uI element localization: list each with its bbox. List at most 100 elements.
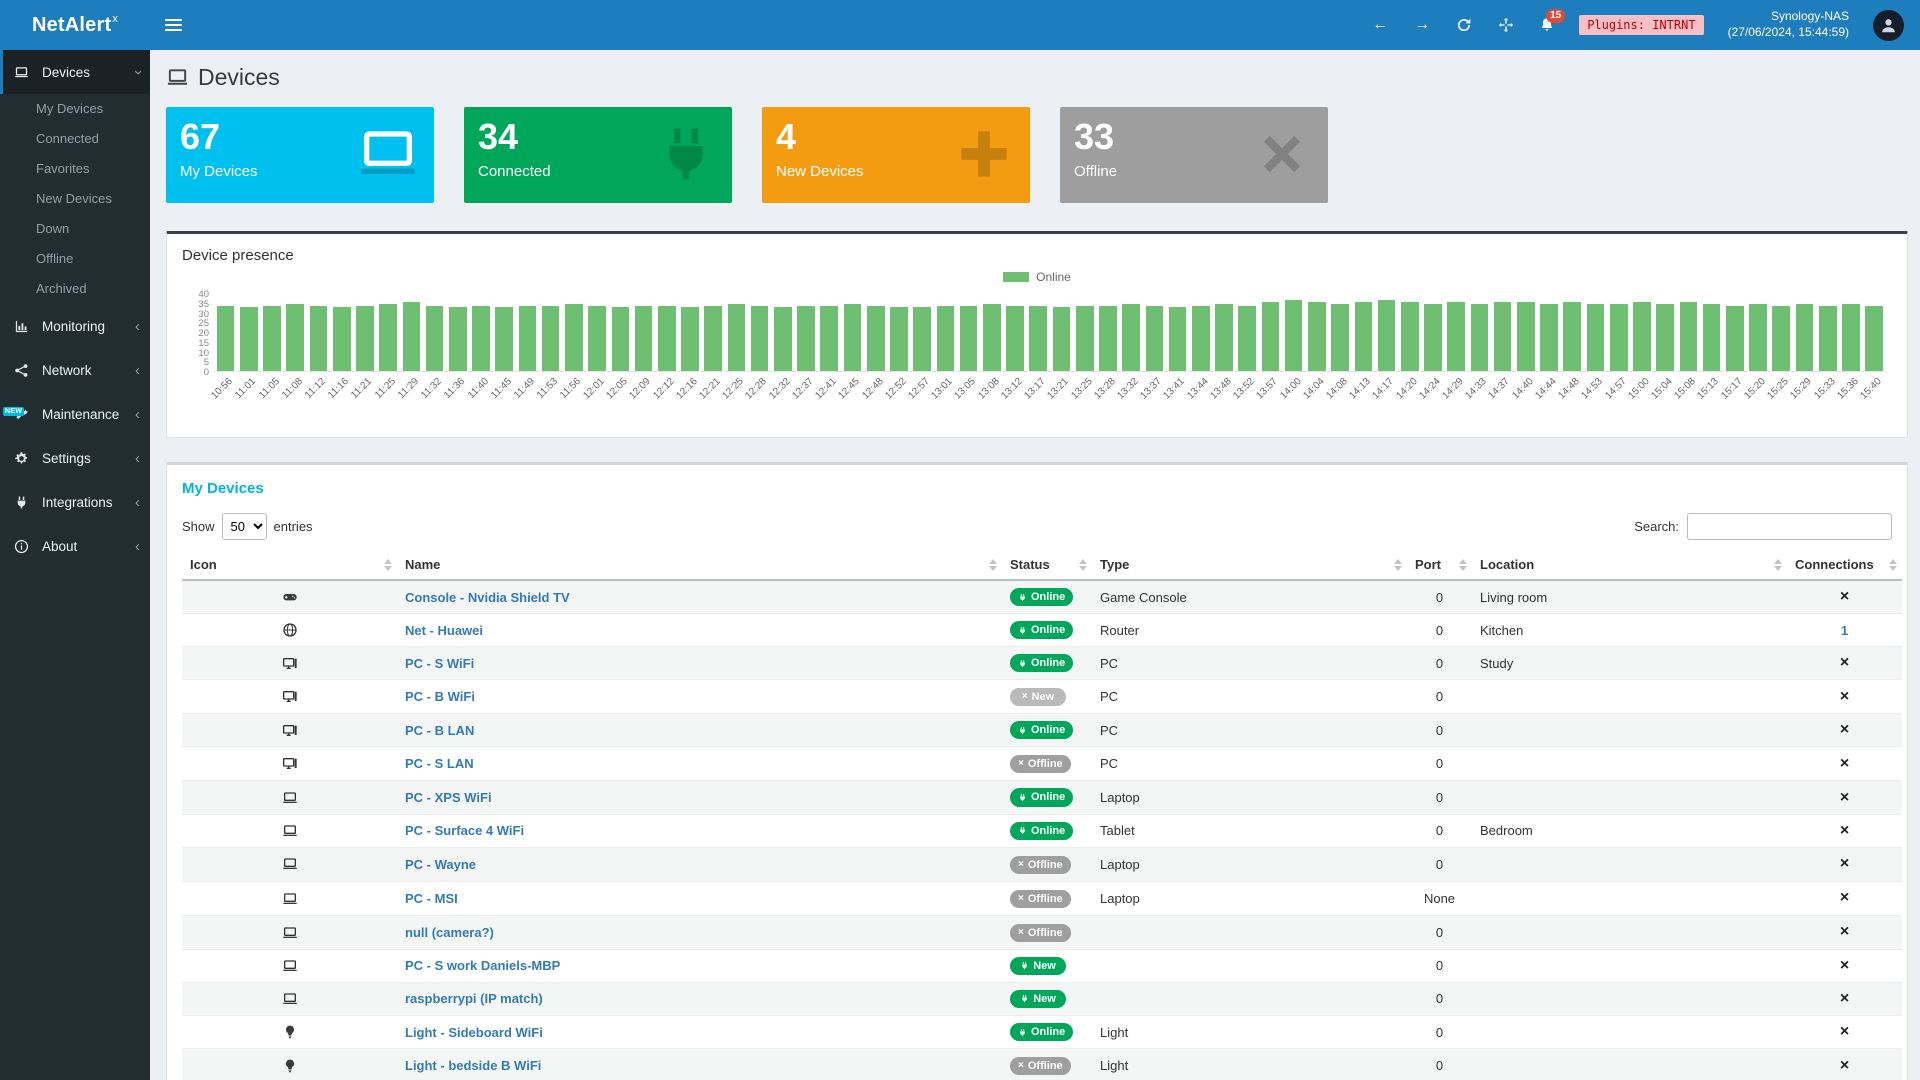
device-type: Tablet <box>1092 814 1407 847</box>
lightbulb-icon <box>282 1057 298 1072</box>
move-icon[interactable] <box>1497 17 1515 33</box>
sidebar-item-archived[interactable]: Archived <box>0 274 150 304</box>
device-type: Laptop <box>1092 881 1407 915</box>
stat-box-connected[interactable]: 34Connected <box>464 107 732 203</box>
status-badge: ×Offline <box>1010 890 1071 908</box>
device-link[interactable]: PC - Surface 4 WiFi <box>405 823 524 838</box>
notifications-bell[interactable]: 15 <box>1539 17 1555 33</box>
table-row: PC - MSI×OfflineLaptopNone× <box>182 881 1902 915</box>
bar <box>1398 294 1421 371</box>
status-badge: Online <box>1010 621 1073 639</box>
stat-box-offline[interactable]: 33Offline <box>1060 107 1328 203</box>
sidebar-item-my-devices[interactable]: My Devices <box>0 94 150 124</box>
sidebar-item-devices[interactable]: Devices‹ <box>0 50 150 94</box>
bar <box>934 294 957 371</box>
x-tick-label: 14:40 <box>1510 376 1535 401</box>
x-tick-label: 11:21 <box>350 376 375 401</box>
sidebar-item-favorites[interactable]: Favorites <box>0 154 150 184</box>
device-link[interactable]: raspberrypi (IP match) <box>405 991 543 1006</box>
device-link[interactable]: Console - Nvidia Shield TV <box>405 590 570 605</box>
bar <box>1468 294 1491 371</box>
column-header-status[interactable]: Status <box>1002 550 1092 580</box>
sidebar-item-monitoring[interactable]: Monitoring‹ <box>0 304 150 348</box>
sidebar-item-down[interactable]: Down <box>0 214 150 244</box>
device-link[interactable]: PC - B LAN <box>405 723 474 738</box>
sidebar-item-new-devices[interactable]: New Devices <box>0 184 150 214</box>
presence-chart: 0510152025303540 10:5611:0111:0511:0811:… <box>182 294 1892 424</box>
column-header-name[interactable]: Name <box>397 550 1002 580</box>
sidebar-item-maintenance[interactable]: Maintenance‹NEW <box>0 392 150 436</box>
sort-icon <box>1079 559 1087 571</box>
no-connections-icon: × <box>1840 1023 1849 1040</box>
forward-arrow-icon[interactable]: → <box>1413 16 1431 34</box>
chevron-left-icon: ‹ <box>135 319 140 334</box>
status-badge: New <box>1010 957 1066 975</box>
chevron-left-icon: ‹ <box>135 407 140 422</box>
sidebar-item-integrations[interactable]: Integrations‹ <box>0 480 150 524</box>
app-logo[interactable]: NetAlertx <box>0 0 150 50</box>
connections-link[interactable]: 1 <box>1841 623 1848 638</box>
no-connections-icon: × <box>1840 1057 1849 1074</box>
device-link[interactable]: PC - S LAN <box>405 756 474 771</box>
bar <box>1770 294 1793 371</box>
column-header-port[interactable]: Port <box>1407 550 1472 580</box>
column-header-connections[interactable]: Connections <box>1787 550 1902 580</box>
x-icon: × <box>1022 692 1028 702</box>
sidebar-item-connected[interactable]: Connected <box>0 124 150 154</box>
top-navbar: NetAlertx ← → 15 Plugins: INTRNT Synolog… <box>0 0 1920 50</box>
chevron-left-icon: ‹ <box>135 451 140 466</box>
no-connections-icon: × <box>1840 721 1849 738</box>
x-tick-label: 14:37 <box>1487 376 1512 401</box>
device-link[interactable]: PC - S work Daniels-MBP <box>405 958 560 973</box>
device-link[interactable]: PC - XPS WiFi <box>405 790 492 805</box>
bar <box>446 294 469 371</box>
laptop-icon <box>282 958 298 973</box>
device-link[interactable]: Light - Sideboard WiFi <box>405 1025 543 1040</box>
page-size-select[interactable]: 50 <box>222 513 267 540</box>
device-location <box>1472 781 1787 814</box>
sidebar-item-settings[interactable]: Settings‹ <box>0 436 150 480</box>
sidebar-toggle-button[interactable] <box>150 0 196 50</box>
device-link[interactable]: Light - bedside B WiFi <box>405 1058 541 1073</box>
device-link[interactable]: PC - B WiFi <box>405 689 475 704</box>
bar <box>330 294 353 371</box>
y-tick-label: 15 <box>198 339 209 349</box>
plug-icon <box>1018 726 1027 735</box>
x-tick-label: 12:01 <box>581 376 606 401</box>
search-input[interactable] <box>1687 513 1892 540</box>
x-tick-label: 12:45 <box>837 376 862 401</box>
device-link[interactable]: PC - Wayne <box>405 857 476 872</box>
sidebar-item-network[interactable]: Network‹ <box>0 348 150 392</box>
x-tick-label: 13:08 <box>976 376 1001 401</box>
device-link[interactable]: PC - MSI <box>405 891 458 906</box>
y-tick-label: 40 <box>198 290 209 300</box>
x-tick-label: 11:01 <box>234 376 259 401</box>
back-arrow-icon[interactable]: ← <box>1371 16 1389 34</box>
stat-box-new-devices[interactable]: 4New Devices <box>762 107 1030 203</box>
user-avatar[interactable] <box>1873 10 1904 41</box>
bar <box>980 294 1003 371</box>
device-link[interactable]: null (camera?) <box>405 925 494 940</box>
device-port: 0 <box>1407 680 1472 714</box>
status-label: New <box>1033 960 1056 972</box>
device-link[interactable]: Net - Huawei <box>405 623 483 638</box>
y-tick-label: 0 <box>204 368 209 378</box>
device-link[interactable]: PC - S WiFi <box>405 656 474 671</box>
bar <box>377 294 400 371</box>
sidebar-item-offline[interactable]: Offline <box>0 244 150 274</box>
sidebar-item-about[interactable]: About‹ <box>0 524 150 568</box>
refresh-icon[interactable] <box>1455 17 1473 33</box>
sort-icon <box>1889 559 1897 571</box>
device-location <box>1472 714 1787 747</box>
stat-box-my-devices[interactable]: 67My Devices <box>166 107 434 203</box>
column-header-location[interactable]: Location <box>1472 550 1787 580</box>
device-port: 0 <box>1407 1015 1472 1048</box>
device-type: Router <box>1092 614 1407 647</box>
column-header-icon[interactable]: Icon <box>182 550 397 580</box>
plugins-status-badge[interactable]: Plugins: INTRNT <box>1579 15 1703 35</box>
sidebar-item-label: Maintenance <box>42 407 135 422</box>
bar <box>1050 294 1073 371</box>
column-header-type[interactable]: Type <box>1092 550 1407 580</box>
legend-swatch-online <box>1003 272 1029 282</box>
app-logo-text: NetAlert <box>32 14 111 37</box>
